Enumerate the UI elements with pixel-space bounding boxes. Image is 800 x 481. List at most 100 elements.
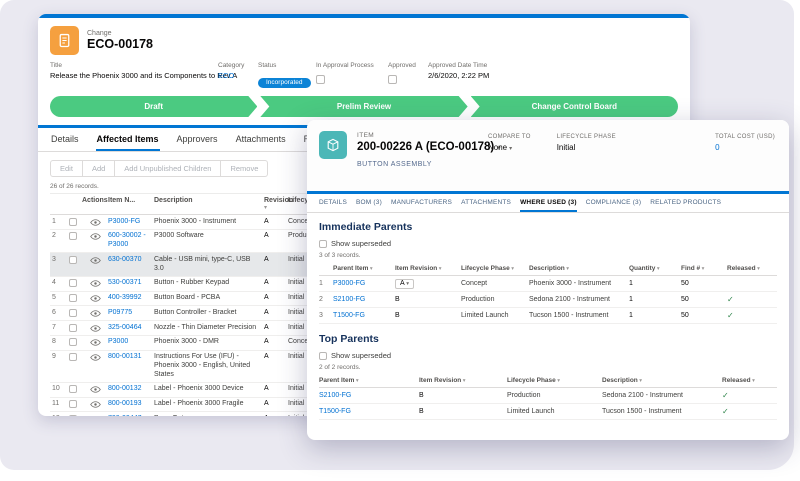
parent-item-link[interactable]: P3000-FG [333,280,365,287]
item-revision-picker[interactable]: B [395,312,400,319]
tab[interactable]: Details [50,128,80,151]
item-number-link[interactable]: 800-00132 [108,385,141,392]
column-header[interactable]: Description [529,265,629,272]
column-header[interactable]: Released [722,377,777,384]
item-tab[interactable]: MANUFACTURERS [391,194,452,212]
table-row[interactable]: T1500-FG B Limited Launch Tucson 1500 - … [319,404,777,420]
column-header[interactable]: Item Revision [419,377,507,384]
row-checkbox[interactable] [69,414,77,416]
item-tab[interactable]: WHERE USED (3) [520,194,577,212]
toolbar-button[interactable]: Edit [50,160,83,177]
table-row[interactable]: 3 T1500-FG B Limited Launch Tucson 1500 … [319,308,777,324]
item-number-link[interactable]: 325-00464 [108,324,141,331]
row-checkbox-cell[interactable] [64,400,82,408]
column-header[interactable]: Parent Item [319,265,395,272]
path-stage[interactable]: Draft [50,96,257,117]
row-actions-cell[interactable] [82,309,108,317]
item-tab[interactable]: ATTACHMENTS [461,194,511,212]
column-header[interactable] [50,197,82,211]
show-superseded-checkbox[interactable] [319,351,327,360]
tab[interactable]: Approvers [176,128,219,151]
row-checkbox-cell[interactable] [64,217,82,226]
column-header[interactable]: Released [727,265,777,272]
table-row[interactable]: S2100-FG B Production Sedona 2100 - Inst… [319,388,777,404]
toolbar-button[interactable]: Add Unpublished Children [115,160,222,177]
row-checkbox-cell[interactable] [64,353,82,361]
row-checkbox[interactable] [69,232,77,241]
parent-item-link[interactable]: S2100-FG [319,392,351,399]
item-number-link[interactable]: 700-00447 [108,415,141,416]
item-number-link[interactable]: 630-00370 [108,256,141,263]
row-checkbox-cell[interactable] [64,232,82,241]
row-actions-cell[interactable] [82,338,108,346]
item-tab[interactable]: DETAILS [319,194,347,212]
row-checkbox-cell[interactable] [64,308,82,317]
table-row[interactable]: 2 S2100-FG B Production Sedona 2100 - In… [319,292,777,308]
row-checkbox-cell[interactable] [64,255,82,264]
row-checkbox[interactable] [69,338,77,347]
column-header[interactable]: Lifecycle Phase [507,377,602,384]
parent-item-link[interactable]: T1500-FG [333,312,365,319]
tab[interactable]: Attachments [235,128,287,151]
in-approval-checkbox[interactable] [316,75,325,84]
item-number-link[interactable]: P3000 [108,338,128,345]
row-checkbox[interactable] [69,400,77,408]
approved-checkbox[interactable] [388,75,397,84]
row-checkbox-cell[interactable] [64,279,82,288]
item-revision-picker[interactable]: A [395,279,414,289]
path-stage[interactable]: Prelim Review [260,96,467,117]
toolbar-button[interactable]: Add [82,160,116,177]
row-checkbox[interactable] [69,308,77,317]
row-checkbox[interactable] [69,294,77,302]
column-header[interactable]: Actions [82,197,108,211]
row-checkbox[interactable] [69,279,77,288]
row-actions-cell[interactable] [82,415,108,416]
row-actions-cell[interactable] [82,385,108,393]
row-checkbox-cell[interactable] [64,338,82,347]
row-checkbox[interactable] [69,353,77,361]
column-header[interactable]: Parent Item [319,377,419,384]
item-record-name[interactable]: 200-00226 A (ECO-00178) ▾ [357,141,501,153]
column-header[interactable]: Lifecycle Phase [461,265,529,272]
row-checkbox-cell[interactable] [64,323,82,332]
row-checkbox[interactable] [69,385,77,394]
item-number-link[interactable]: 800-00193 [108,400,141,407]
column-header[interactable]: Find # [681,265,727,272]
column-header[interactable]: Item N... [108,197,154,211]
row-checkbox[interactable] [69,323,77,332]
row-checkbox[interactable] [69,255,77,264]
item-number-link[interactable]: P3000-FG [108,218,140,225]
row-actions-cell[interactable] [82,294,108,302]
item-number-link[interactable]: 400-39992 [108,294,141,301]
row-actions-cell[interactable] [82,353,108,361]
row-actions-cell[interactable] [82,279,108,287]
row-checkbox-cell[interactable] [64,414,82,416]
column-header[interactable]: Description [602,377,722,384]
show-superseded-checkbox[interactable] [319,239,327,248]
row-actions-cell[interactable] [82,232,108,240]
row-actions-cell[interactable] [82,324,108,332]
total-cost-value[interactable]: 0 [715,143,719,152]
category-value-link[interactable]: ECO [218,71,234,80]
compare-to-dropdown[interactable]: None ▾ [488,143,531,152]
row-actions-cell[interactable] [82,256,108,264]
row-actions-cell[interactable] [82,218,108,226]
item-number-link[interactable]: 600-30002 - P3000 [108,232,146,248]
item-number-link[interactable]: 800-00131 [108,353,141,360]
parent-item-link[interactable]: T1500-FG [319,408,351,415]
row-checkbox[interactable] [69,217,77,226]
column-header[interactable]: Quantity [629,265,681,272]
table-row[interactable]: 1 P3000-FG A Concept Phoenix 3000 - Inst… [319,276,777,292]
path-stage[interactable]: Change Control Board [470,96,678,117]
row-checkbox-cell[interactable] [64,294,82,302]
column-header[interactable]: Revision [264,197,293,211]
row-checkbox-cell[interactable] [64,385,82,394]
item-tab[interactable]: RELATED PRODUCTS [650,194,721,212]
item-number-link[interactable]: 530-00371 [108,279,141,286]
tab[interactable]: Affected Items [95,128,160,151]
toolbar-button[interactable]: Remove [221,160,269,177]
item-tab[interactable]: COMPLIANCE (3) [586,194,642,212]
parent-item-link[interactable]: S2100-FG [333,296,365,303]
row-actions-cell[interactable] [82,400,108,408]
column-header[interactable]: Item Revision [395,265,461,272]
